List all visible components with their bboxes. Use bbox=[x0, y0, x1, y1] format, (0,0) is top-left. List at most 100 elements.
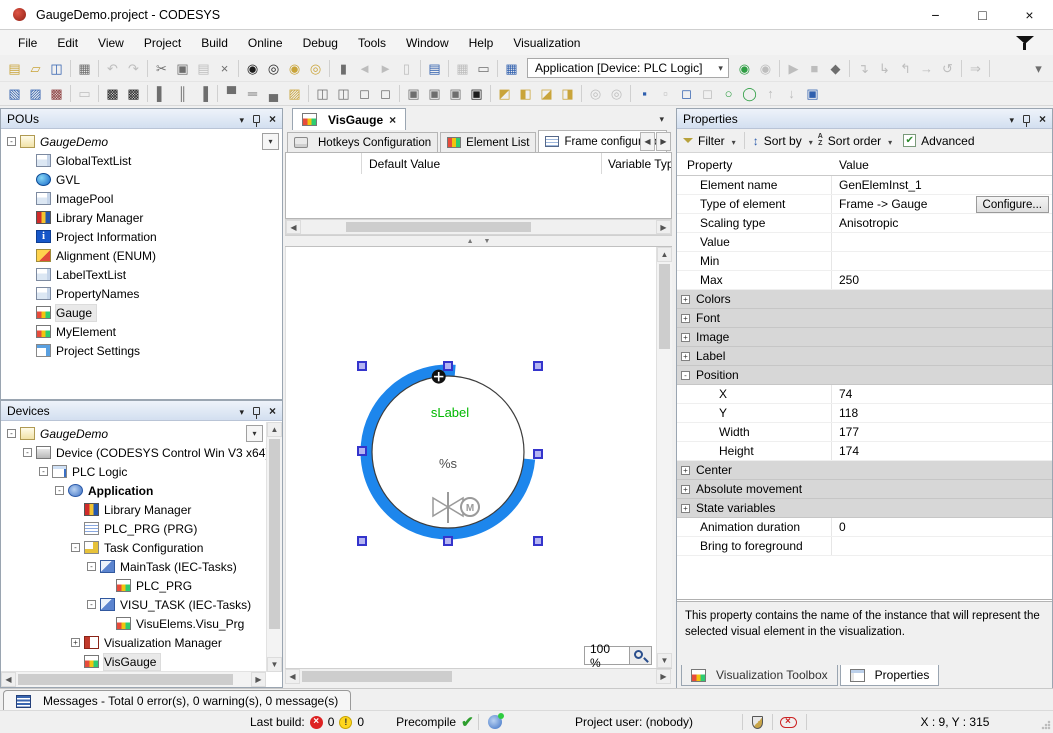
tree-item-gaugedemo[interactable]: -GaugeDemo bbox=[1, 424, 267, 443]
subtab-element-list[interactable]: Element List bbox=[440, 132, 536, 152]
selection-handle-e[interactable] bbox=[533, 449, 543, 459]
scroll-left-icon[interactable]: ◀ bbox=[285, 669, 300, 684]
tree-item-labeltextlist[interactable]: LabelTextList bbox=[1, 265, 282, 284]
size-to-grid-icon[interactable]: ▣ bbox=[466, 84, 487, 104]
device-manager-icon[interactable]: ▨ bbox=[25, 84, 46, 104]
property-row-animation-duration[interactable]: Animation duration0 bbox=[677, 518, 1052, 537]
breakpoint-icon[interactable]: ◆ bbox=[825, 58, 846, 78]
panel-menu-icon[interactable] bbox=[239, 404, 244, 418]
devices-vscrollbar[interactable]: ▲ ▼ bbox=[266, 422, 282, 672]
active-application-selector[interactable]: Application [Device: PLC Logic] bbox=[527, 58, 729, 78]
move-up-icon[interactable]: ↑ bbox=[760, 84, 781, 104]
tree-item-visgauge[interactable]: VisGauge bbox=[1, 652, 267, 671]
close-icon[interactable] bbox=[269, 404, 276, 418]
tree-item-project-information[interactable]: Project Information bbox=[1, 227, 282, 246]
minimize-button[interactable]: − bbox=[912, 0, 959, 29]
replace-in-project-icon[interactable]: ◎ bbox=[305, 58, 326, 78]
tree-item-plc-prg-prg[interactable]: PLC_PRG (PRG) bbox=[1, 519, 267, 538]
menu-debug[interactable]: Debug bbox=[293, 32, 348, 54]
scroll-thumb[interactable] bbox=[269, 439, 280, 629]
anchor-multi-icon[interactable]: ◯ bbox=[739, 84, 760, 104]
incremental-search-icon[interactable]: ◎ bbox=[263, 58, 284, 78]
canvas-vscrollbar[interactable]: ▲ ▼ bbox=[656, 247, 672, 668]
property-row-image[interactable]: +Image bbox=[677, 328, 1052, 347]
property-row-center[interactable]: +Center bbox=[677, 461, 1052, 480]
chevron-down-icon[interactable] bbox=[730, 134, 736, 148]
anchor-left-icon[interactable]: ▪ bbox=[634, 84, 655, 104]
tree-item-alignment-enum[interactable]: Alignment (ENUM) bbox=[1, 246, 282, 265]
save-project-icon[interactable]: ◫ bbox=[46, 58, 67, 78]
expand-icon[interactable]: + bbox=[681, 504, 690, 513]
editor-splitter[interactable]: ▲ ▼ bbox=[285, 235, 672, 247]
property-row-font[interactable]: +Font bbox=[677, 309, 1052, 328]
property-row-scaling-type[interactable]: Scaling typeAnisotropic bbox=[677, 214, 1052, 233]
align-top-icon[interactable]: ▀ bbox=[221, 84, 242, 104]
tree-item-myelement[interactable]: MyElement bbox=[1, 322, 282, 341]
property-value-width[interactable]: 177 bbox=[832, 425, 1052, 439]
property-row-bring-to-foreground[interactable]: Bring to foreground bbox=[677, 537, 1052, 556]
property-value-x[interactable]: 74 bbox=[832, 387, 1052, 401]
make-same-height-icon[interactable]: ▣ bbox=[424, 84, 445, 104]
anchor-square-icon[interactable]: ◻ bbox=[676, 84, 697, 104]
property-value-max[interactable]: 250 bbox=[832, 273, 1052, 287]
tab-list-dropdown-icon[interactable] bbox=[659, 114, 664, 125]
find-icon[interactable]: ◉ bbox=[242, 58, 263, 78]
tree-item-project-settings[interactable]: Project Settings bbox=[1, 341, 282, 360]
property-row-state-variables[interactable]: +State variables bbox=[677, 499, 1052, 518]
new-project-icon[interactable]: ▤ bbox=[4, 58, 25, 78]
scroll-up-icon[interactable]: ▲ bbox=[267, 422, 282, 437]
pin-icon[interactable] bbox=[1023, 115, 1030, 123]
copy-icon[interactable]: ▣ bbox=[172, 58, 193, 78]
collapse-icon[interactable]: - bbox=[71, 543, 80, 552]
align-middle-icon[interactable]: ═ bbox=[242, 84, 263, 104]
start-icon[interactable]: ▶ bbox=[783, 58, 804, 78]
tree-item-task-configuration[interactable]: -Task Configuration bbox=[1, 538, 267, 557]
tree-item-globaltextlist[interactable]: GlobalTextList bbox=[1, 151, 282, 170]
align-right-icon[interactable]: ▐ bbox=[193, 84, 214, 104]
tree-item-gvl[interactable]: GVL bbox=[1, 170, 282, 189]
step-out-icon[interactable]: ↰ bbox=[895, 58, 916, 78]
ungroup-icon[interactable]: ◎ bbox=[606, 84, 627, 104]
anchor-circle-icon[interactable]: ○ bbox=[718, 84, 739, 104]
scroll-down-icon[interactable]: ▼ bbox=[267, 657, 282, 672]
tree-item-imagepool[interactable]: ImagePool bbox=[1, 189, 282, 208]
splitter-down-icon[interactable]: ▼ bbox=[484, 238, 491, 245]
sort-order-button[interactable]: Sort order bbox=[828, 134, 881, 148]
scroll-left-icon[interactable]: ◀ bbox=[286, 220, 301, 234]
paste-icon[interactable]: ▤ bbox=[193, 58, 214, 78]
scroll-right-icon[interactable]: ▶ bbox=[251, 672, 266, 687]
selection-handle-se[interactable] bbox=[533, 536, 543, 546]
collapse-icon[interactable]: - bbox=[87, 562, 96, 571]
step-into-icon[interactable]: ↳ bbox=[874, 58, 895, 78]
logout-icon[interactable]: ◉ bbox=[755, 58, 776, 78]
scroll-up-icon[interactable]: ▲ bbox=[657, 247, 672, 262]
property-row-value[interactable]: Value bbox=[677, 233, 1052, 252]
scroll-thumb[interactable] bbox=[346, 222, 531, 232]
visu-style-icon[interactable]: ▩ bbox=[102, 84, 123, 104]
devices-root-dropdown[interactable] bbox=[246, 425, 263, 442]
reset-icon[interactable]: ↺ bbox=[937, 58, 958, 78]
print-icon[interactable]: ▦ bbox=[74, 58, 95, 78]
menu-view[interactable]: View bbox=[88, 32, 134, 54]
move-down-icon[interactable]: ↓ bbox=[781, 84, 802, 104]
close-icon[interactable] bbox=[269, 112, 276, 126]
sort-by-button[interactable]: Sort by bbox=[764, 134, 802, 148]
property-row-min[interactable]: Min bbox=[677, 252, 1052, 271]
declare-variable-icon[interactable]: ▦ bbox=[452, 58, 473, 78]
splitter-up-icon[interactable]: ▲ bbox=[467, 238, 474, 245]
tree-item-gauge[interactable]: Gauge bbox=[1, 303, 282, 322]
delete-icon[interactable]: × bbox=[214, 58, 235, 78]
property-column-header[interactable]: Property bbox=[677, 158, 832, 172]
property-value-y[interactable]: 118 bbox=[832, 406, 1052, 420]
visu-style2-icon[interactable]: ▩ bbox=[123, 84, 144, 104]
forward-icon[interactable]: ⇒ bbox=[965, 58, 986, 78]
devices-hscrollbar[interactable]: ◀ ▶ bbox=[1, 671, 266, 687]
scroll-left-icon[interactable]: ◀ bbox=[1, 672, 16, 687]
scroll-thumb[interactable] bbox=[18, 674, 233, 685]
configure-button[interactable]: Configure... bbox=[976, 196, 1049, 213]
property-row-colors[interactable]: +Colors bbox=[677, 290, 1052, 309]
bring-to-front-icon[interactable]: ◩ bbox=[494, 84, 515, 104]
background-image-icon[interactable]: ▨ bbox=[284, 84, 305, 104]
visualization-canvas[interactable]: sLabel %s M ▲ ▼ 100 % bbox=[285, 247, 672, 668]
collapse-icon[interactable]: - bbox=[39, 467, 48, 476]
